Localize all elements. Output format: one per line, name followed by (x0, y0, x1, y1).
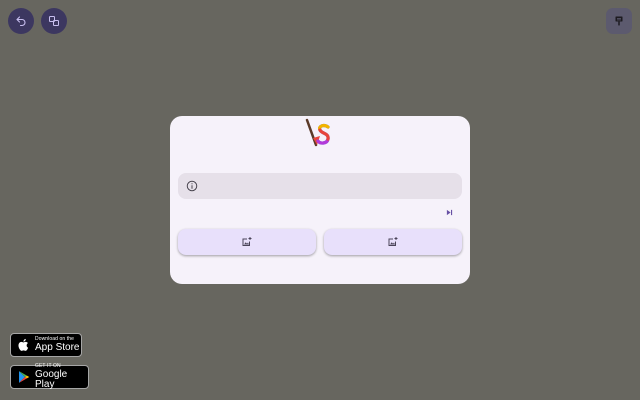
undo-icon (16, 16, 26, 27)
googleplay-big-text: Google Play (35, 369, 68, 390)
skip-next-icon[interactable] (445, 208, 454, 217)
app-logo (305, 118, 330, 147)
apple-icon (17, 338, 31, 352)
undo-button[interactable] (8, 8, 34, 34)
appstore-big-text: App Store (35, 342, 80, 353)
info-banner (178, 173, 462, 199)
brush-icon (615, 16, 623, 26)
add-photo-button-left[interactable] (178, 229, 316, 255)
app-store-badge[interactable]: Download on the App Store (10, 333, 82, 357)
add-photo-icon (242, 237, 252, 246)
main-card (170, 116, 470, 284)
add-photo-icon (388, 237, 398, 246)
swap-button[interactable] (41, 8, 67, 34)
google-play-badge[interactable]: GET IT ON Google Play (10, 364, 89, 390)
google-play-icon (17, 370, 31, 384)
add-photo-button-right[interactable] (324, 229, 462, 255)
info-icon (186, 180, 198, 192)
brush-button[interactable] (606, 8, 632, 34)
swap-icon (49, 16, 59, 26)
